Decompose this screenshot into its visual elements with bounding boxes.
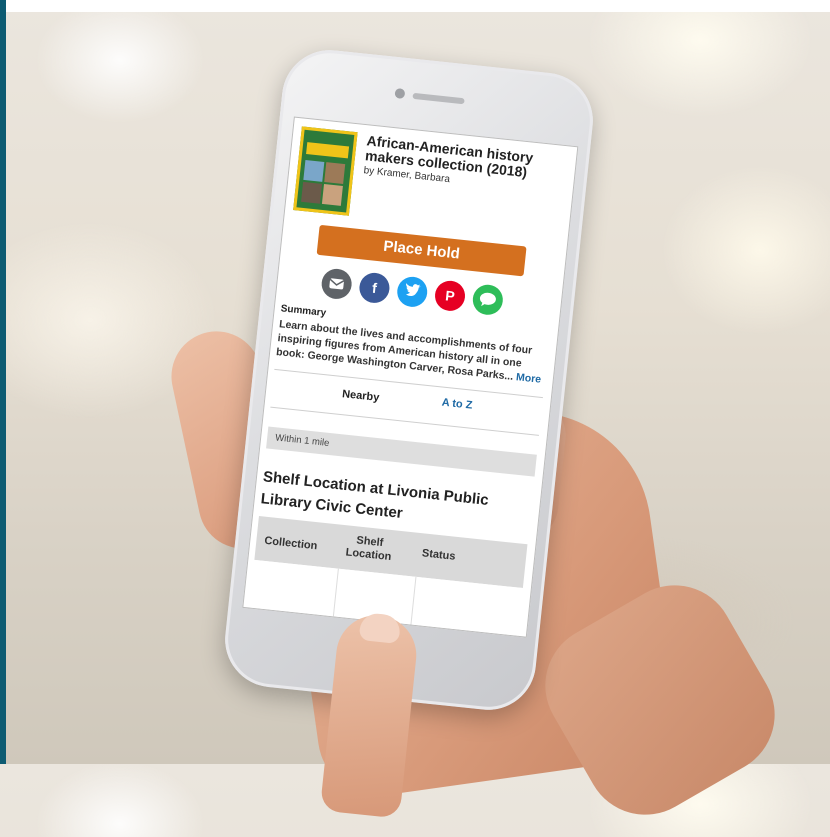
distance-filter[interactable]: Within 1 mile — [266, 426, 537, 477]
column-header-collection[interactable]: Collection — [264, 535, 318, 553]
top-strip — [6, 0, 830, 12]
email-icon[interactable] — [320, 267, 354, 301]
tab-a-to-z[interactable]: A to Z — [441, 397, 473, 412]
column-header-status[interactable]: Status — [421, 547, 456, 563]
accent-bar — [0, 0, 6, 764]
summary-label: Summary — [280, 303, 327, 319]
column-divider — [332, 568, 339, 617]
tab-nearby[interactable]: Nearby — [342, 388, 380, 404]
column-header-shelf-location[interactable]: Shelf Location — [343, 533, 395, 564]
phone-screen: African-American history makers collecti… — [242, 116, 579, 638]
facebook-icon[interactable]: f — [357, 271, 391, 305]
phone-speaker — [412, 92, 465, 105]
distance-filter-label: Within 1 mile — [274, 432, 330, 449]
column-divider — [410, 576, 417, 625]
phone-camera — [394, 87, 406, 99]
message-icon[interactable] — [471, 283, 505, 317]
twitter-icon[interactable] — [395, 275, 429, 309]
smartphone: African-American history makers collecti… — [220, 45, 598, 715]
pinterest-icon[interactable]: P — [433, 279, 467, 313]
share-bar: f P — [320, 267, 522, 320]
more-link[interactable]: More — [515, 371, 541, 386]
book-cover[interactable] — [293, 126, 358, 216]
